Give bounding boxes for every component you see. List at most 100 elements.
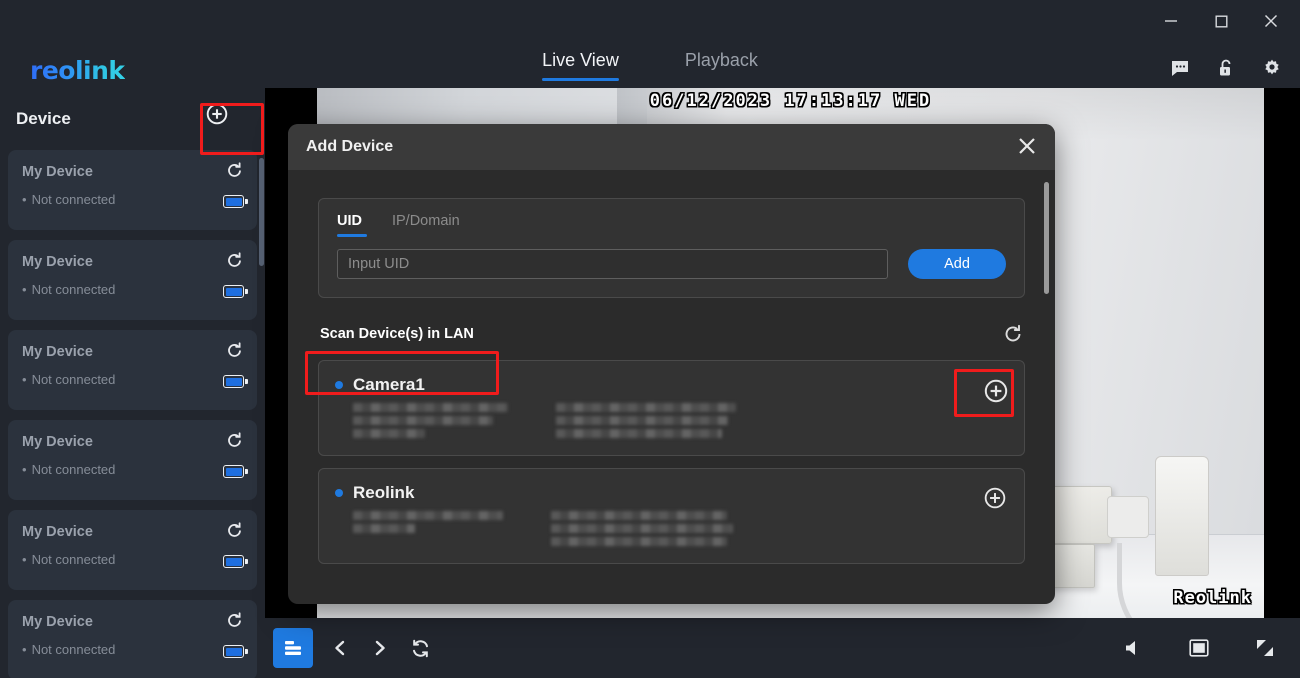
- redacted-text: [353, 524, 415, 533]
- uid-entry-panel: UID IP/Domain Add: [318, 198, 1025, 298]
- list-item[interactable]: Reolink: [318, 468, 1025, 564]
- battery-icon: [223, 195, 248, 208]
- redacted-text: [556, 403, 736, 412]
- list-item[interactable]: My Device • Not connected: [8, 420, 257, 500]
- device-name: My Device: [22, 344, 93, 360]
- redacted-text: [551, 524, 733, 533]
- status-dot-icon: [335, 489, 343, 497]
- chevron-left-icon[interactable]: [327, 633, 353, 663]
- window-controls: [1160, 10, 1282, 32]
- battery-icon: [223, 645, 248, 658]
- gear-icon[interactable]: [1262, 58, 1282, 78]
- refresh-icon[interactable]: [226, 612, 243, 629]
- sidebar-header: Device: [0, 88, 265, 150]
- device-status: • Not connected: [22, 462, 243, 477]
- list-item[interactable]: My Device • Not connected: [8, 150, 257, 230]
- redacted-column: [353, 403, 508, 438]
- list-item[interactable]: My Device • Not connected: [8, 510, 257, 590]
- redacted-text: [551, 511, 727, 520]
- device-status: • Not connected: [22, 282, 243, 297]
- list-item[interactable]: My Device • Not connected: [8, 240, 257, 320]
- list-item[interactable]: Camera1: [318, 360, 1025, 456]
- refresh-icon[interactable]: [226, 522, 243, 539]
- add-device-dialog: Add Device UID IP/Domain Add Scan Device…: [288, 124, 1055, 604]
- redacted-text: [353, 429, 425, 438]
- scene-plug: [1107, 496, 1149, 538]
- dialog-scrollbar[interactable]: [1044, 182, 1049, 294]
- battery-icon: [223, 555, 248, 568]
- device-name: My Device: [22, 254, 93, 270]
- main-nav-tabs: Live View Playback: [0, 50, 1300, 81]
- dialog-header: Add Device: [288, 124, 1055, 170]
- device-status-label: Not connected: [31, 372, 116, 387]
- refresh-icon[interactable]: [1003, 324, 1023, 344]
- device-name: My Device: [22, 524, 93, 540]
- close-icon[interactable]: [1260, 10, 1282, 32]
- refresh-icon[interactable]: [226, 432, 243, 449]
- redacted-text: [551, 537, 727, 546]
- speaker-icon[interactable]: [1120, 633, 1146, 663]
- status-dot-icon: [335, 381, 343, 389]
- layout-grid-icon[interactable]: [273, 628, 313, 668]
- battery-icon: [223, 285, 248, 298]
- list-item[interactable]: My Device • Not connected: [8, 330, 257, 410]
- unlock-icon[interactable]: [1216, 58, 1236, 78]
- top-action-icons: [1170, 58, 1282, 78]
- message-icon[interactable]: [1170, 58, 1190, 78]
- video-watermark: Reolink: [1173, 588, 1252, 608]
- uid-input-row: Add: [337, 249, 1006, 279]
- device-status: • Not connected: [22, 192, 243, 207]
- picture-in-picture-icon[interactable]: [1186, 633, 1212, 663]
- refresh-icon[interactable]: [226, 162, 243, 179]
- sidebar-title: Device: [16, 109, 71, 128]
- status-dot-icon: •: [22, 282, 27, 297]
- found-device-header: Camera1: [335, 375, 1008, 395]
- found-device-details: [335, 403, 1008, 438]
- device-sidebar: Device My Device • Not connected My Devi…: [0, 88, 265, 678]
- add-found-device-button[interactable]: [984, 379, 1008, 403]
- close-icon[interactable]: [1017, 136, 1039, 158]
- device-status-label: Not connected: [31, 552, 116, 567]
- refresh-icon[interactable]: [407, 633, 433, 663]
- device-name: My Device: [22, 164, 93, 180]
- tab-playback[interactable]: Playback: [685, 50, 758, 81]
- uid-input[interactable]: [337, 249, 888, 279]
- device-status: • Not connected: [22, 642, 243, 657]
- reolink-client-window: reolink Live View Playback Device My Dev…: [0, 0, 1300, 678]
- device-status-label: Not connected: [31, 192, 116, 207]
- add-device-button[interactable]: [203, 100, 231, 128]
- found-device-name: Reolink: [353, 483, 415, 502]
- scan-section-header: Scan Device(s) in LAN: [318, 320, 1025, 348]
- tab-live-view[interactable]: Live View: [542, 50, 619, 81]
- maximize-icon[interactable]: [1210, 10, 1232, 32]
- dialog-title: Add Device: [306, 138, 394, 155]
- fullscreen-icon[interactable]: [1252, 633, 1278, 663]
- refresh-icon[interactable]: [226, 342, 243, 359]
- refresh-icon[interactable]: [226, 252, 243, 269]
- device-list: My Device • Not connected My Device • No…: [0, 150, 265, 678]
- tab-uid[interactable]: UID: [337, 213, 367, 237]
- device-status-label: Not connected: [31, 642, 116, 657]
- device-status-label: Not connected: [31, 282, 116, 297]
- device-name: My Device: [22, 434, 93, 450]
- list-item[interactable]: My Device • Not connected: [8, 600, 257, 678]
- title-bar: reolink Live View Playback: [0, 0, 1300, 88]
- found-device-details: [335, 511, 1008, 546]
- sidebar-scrollbar[interactable]: [259, 158, 264, 266]
- status-dot-icon: •: [22, 462, 27, 477]
- minimize-icon[interactable]: [1160, 10, 1182, 32]
- chevron-right-icon[interactable]: [367, 633, 393, 663]
- status-dot-icon: •: [22, 372, 27, 387]
- uid-tab-bar: UID IP/Domain: [337, 213, 1006, 237]
- playback-toolbar: [265, 618, 1300, 678]
- battery-icon: [223, 375, 248, 388]
- add-found-device-button[interactable]: [984, 487, 1008, 511]
- redacted-text: [353, 403, 508, 412]
- redacted-text: [353, 511, 503, 520]
- redacted-column: [353, 511, 503, 546]
- redacted-text: [556, 416, 728, 425]
- redacted-text: [353, 416, 493, 425]
- tab-ip-domain[interactable]: IP/Domain: [392, 213, 460, 237]
- add-button[interactable]: Add: [908, 249, 1006, 279]
- battery-icon: [223, 465, 248, 478]
